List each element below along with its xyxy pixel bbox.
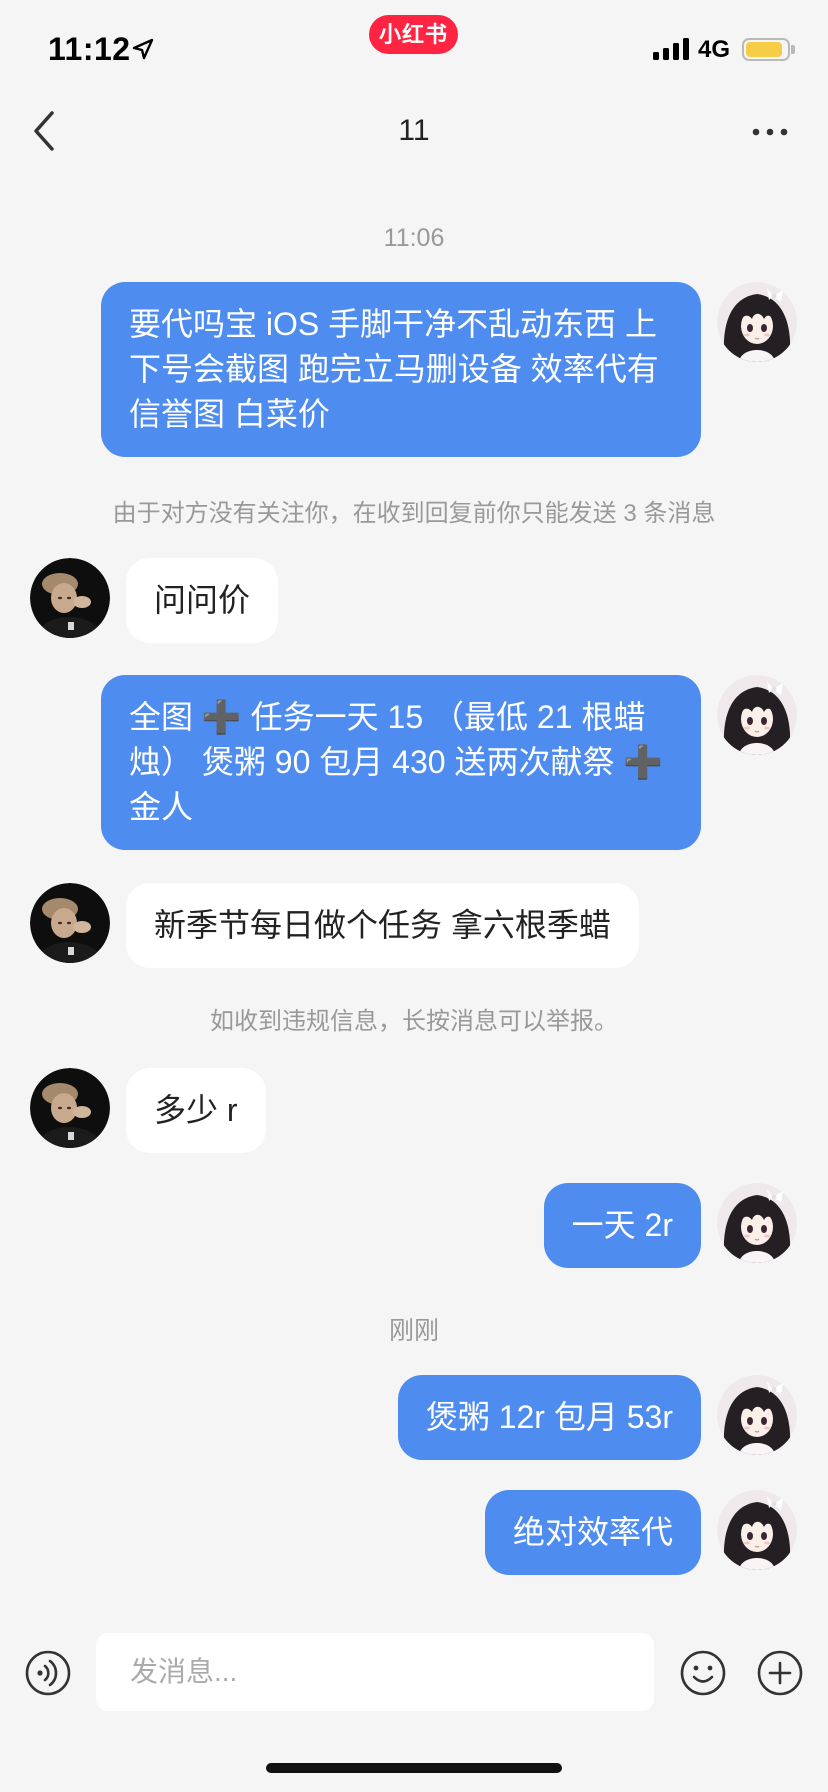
plus-emoji: ➕ xyxy=(201,699,242,735)
avatar[interactable] xyxy=(717,675,797,755)
message-row-sent: 全图 ➕ 任务一天 15 （最低 21 根蜡烛） 煲粥 90 包月 430 送两… xyxy=(101,675,797,850)
location-arrow-icon xyxy=(132,38,154,60)
message-bubble[interactable]: 多少 r xyxy=(126,1068,266,1153)
signal-bar xyxy=(673,43,679,60)
add-button[interactable] xyxy=(756,1649,804,1697)
message-row-received: 新季节每日做个任务 拿六根季蜡 xyxy=(30,883,639,968)
message-bubble[interactable]: 一天 2r xyxy=(543,1183,701,1268)
timestamp: 11:06 xyxy=(383,224,445,252)
system-notice: 由于对方没有关注你，在收到回复前你只能发送 3 条消息 xyxy=(112,500,716,527)
emoji-icon xyxy=(680,1650,726,1696)
avatar[interactable] xyxy=(30,1068,110,1148)
more-dots-icon xyxy=(752,128,788,136)
battery-icon xyxy=(742,38,790,61)
battery-nub xyxy=(791,45,795,54)
message-row-sent: 要代吗宝 iOS 手脚干净不乱动东西 上下号会截图 跑完立马删设备 效率代有信誉… xyxy=(101,282,797,457)
avatar[interactable] xyxy=(717,1490,797,1570)
message-bubble[interactable]: 问问价 xyxy=(126,558,279,643)
more-button[interactable] xyxy=(748,116,792,148)
voice-button[interactable] xyxy=(24,1649,72,1697)
message-row-sent: 绝对效率代 xyxy=(484,1490,797,1575)
app-badge[interactable]: 小红书 xyxy=(369,15,458,54)
avatar[interactable] xyxy=(717,282,797,362)
avatar[interactable] xyxy=(717,1375,797,1455)
signal-bar xyxy=(663,48,669,60)
avatar[interactable] xyxy=(30,558,110,638)
plus-circle-icon xyxy=(757,1650,803,1696)
signal-bar xyxy=(683,38,689,60)
message-bubble[interactable]: 新季节每日做个任务 拿六根季蜡 xyxy=(126,883,639,968)
message-bubble[interactable]: 全图 ➕ 任务一天 15 （最低 21 根蜡烛） 煲粥 90 包月 430 送两… xyxy=(101,675,701,850)
message-input[interactable] xyxy=(96,1633,654,1711)
message-bubble[interactable]: 要代吗宝 iOS 手脚干净不乱动东西 上下号会截图 跑完立马删设备 效率代有信誉… xyxy=(101,282,701,457)
status-time: 11:12 xyxy=(48,31,131,67)
battery-fill xyxy=(746,42,782,57)
avatar[interactable] xyxy=(717,1183,797,1263)
network-type: 4G xyxy=(698,36,731,63)
system-notice: 如收到违规信息，长按消息可以举报。 xyxy=(210,1008,618,1035)
timestamp: 刚刚 xyxy=(388,1317,439,1345)
emoji-button[interactable] xyxy=(679,1649,727,1697)
signal-bar xyxy=(653,52,659,60)
home-indicator[interactable] xyxy=(266,1763,562,1773)
message-row-sent: 一天 2r xyxy=(543,1183,797,1268)
page-title: 11 xyxy=(398,114,430,147)
message-row-received: 多少 r xyxy=(30,1068,266,1153)
message-row-received: 问问价 xyxy=(30,558,279,643)
message-bubble[interactable]: 绝对效率代 xyxy=(484,1490,701,1575)
plus-emoji: ➕ xyxy=(623,744,664,780)
message-row-sent: 煲粥 12r 包月 53r xyxy=(397,1375,797,1460)
voice-icon xyxy=(25,1650,71,1696)
signal-icon xyxy=(653,38,689,60)
message-bubble[interactable]: 煲粥 12r 包月 53r xyxy=(397,1375,701,1460)
avatar[interactable] xyxy=(30,883,110,963)
